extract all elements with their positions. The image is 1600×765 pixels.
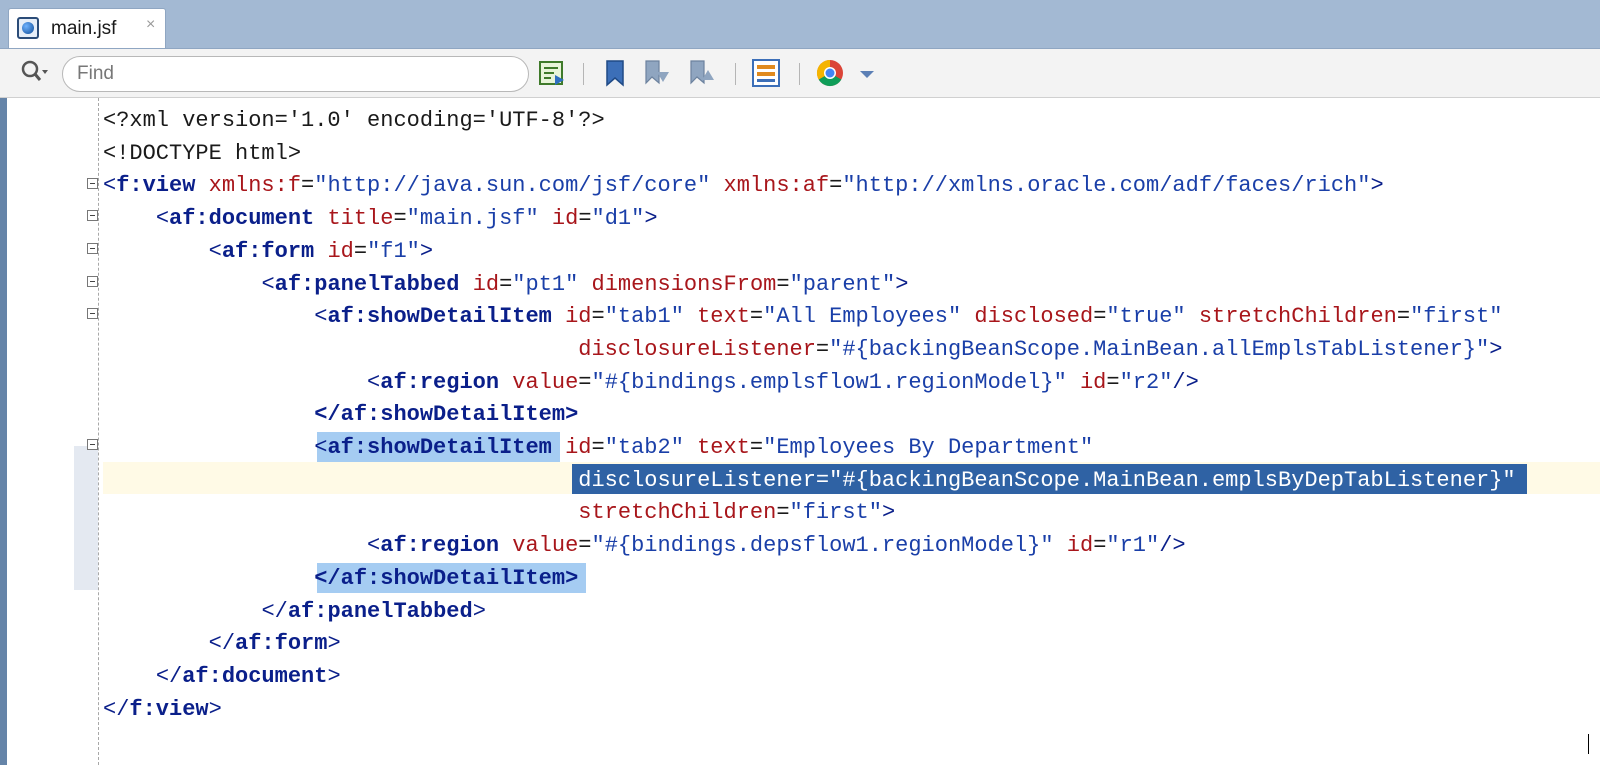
code-line: </af:document> [155,663,341,689]
code-line: <f:view xmlns:f="http://java.sun.com/jsf… [103,173,1384,199]
code-line: <?xml version='1.0' encoding='UTF-8'?> [103,108,605,133]
code-line: <af:region value="#{bindings.depsflow1.r… [367,533,1186,559]
code-editor[interactable]: <?xml version='1.0' encoding='UTF-8'?> <… [0,98,1600,765]
code-line: </af:showDetailItem> [314,565,579,591]
code-line: <af:region value="#{bindings.emplsflow1.… [367,369,1199,395]
fold-toggle-icon[interactable] [87,243,98,254]
line-gutter [7,98,99,765]
code-line-selected: disclosureListener="#{backingBeanScope.M… [578,467,1516,493]
code-line: <af:form id="f1"> [208,238,434,264]
code-line: </f:view> [103,696,222,722]
code-line: </af:panelTabbed> [261,598,486,624]
previous-bookmark-icon[interactable] [687,58,717,88]
toolbar-separator [583,63,584,85]
fold-toggle-icon[interactable] [87,210,98,221]
editor-tab-strip: main.jsf × [0,0,1600,49]
tab-label: main.jsf [51,18,117,39]
dropdown-arrow-icon[interactable] [855,58,879,88]
editor-toolbar [0,49,1600,98]
close-icon[interactable]: × [146,16,155,34]
jsf-file-icon [17,17,39,39]
code-line: stretchChildren="first"> [578,500,896,526]
find-input[interactable] [62,56,529,92]
fold-toggle-icon[interactable] [87,439,98,450]
fold-toggle-icon[interactable] [87,308,98,319]
gutter-scope-marker [74,446,98,590]
toggle-highlight-icon[interactable] [537,58,567,88]
tab-main-jsf[interactable]: main.jsf × [8,8,166,48]
text-cursor [1588,734,1589,754]
code-line: disclosureListener="#{backingBeanScope.M… [578,336,1503,362]
next-bookmark-icon[interactable] [642,58,672,88]
code-line: <!DOCTYPE html> [103,140,302,166]
fold-toggle-icon[interactable] [87,276,98,287]
editor-left-edge [0,98,7,765]
code-line: <af:document title="main.jsf" id="d1"> [155,206,658,232]
code-line: </af:showDetailItem> [314,402,579,428]
search-icon[interactable] [20,58,50,86]
toolbar-separator [735,63,736,85]
code-line: <af:showDetailItem id="tab1" text="All E… [314,304,1503,330]
fold-toggle-icon[interactable] [87,178,98,189]
bookmark-icon[interactable] [600,58,630,88]
code-line: <af:panelTabbed id="pt1" dimensionsFrom=… [261,271,909,297]
chrome-browser-icon[interactable] [815,58,845,88]
code-text[interactable]: <?xml version='1.0' encoding='UTF-8'?> <… [103,105,1516,726]
structure-icon[interactable] [751,58,781,88]
code-line: <af:showDetailItem id="tab2" text="Emplo… [314,435,1094,461]
toolbar-separator [799,63,800,85]
code-line: </af:form> [208,631,341,657]
